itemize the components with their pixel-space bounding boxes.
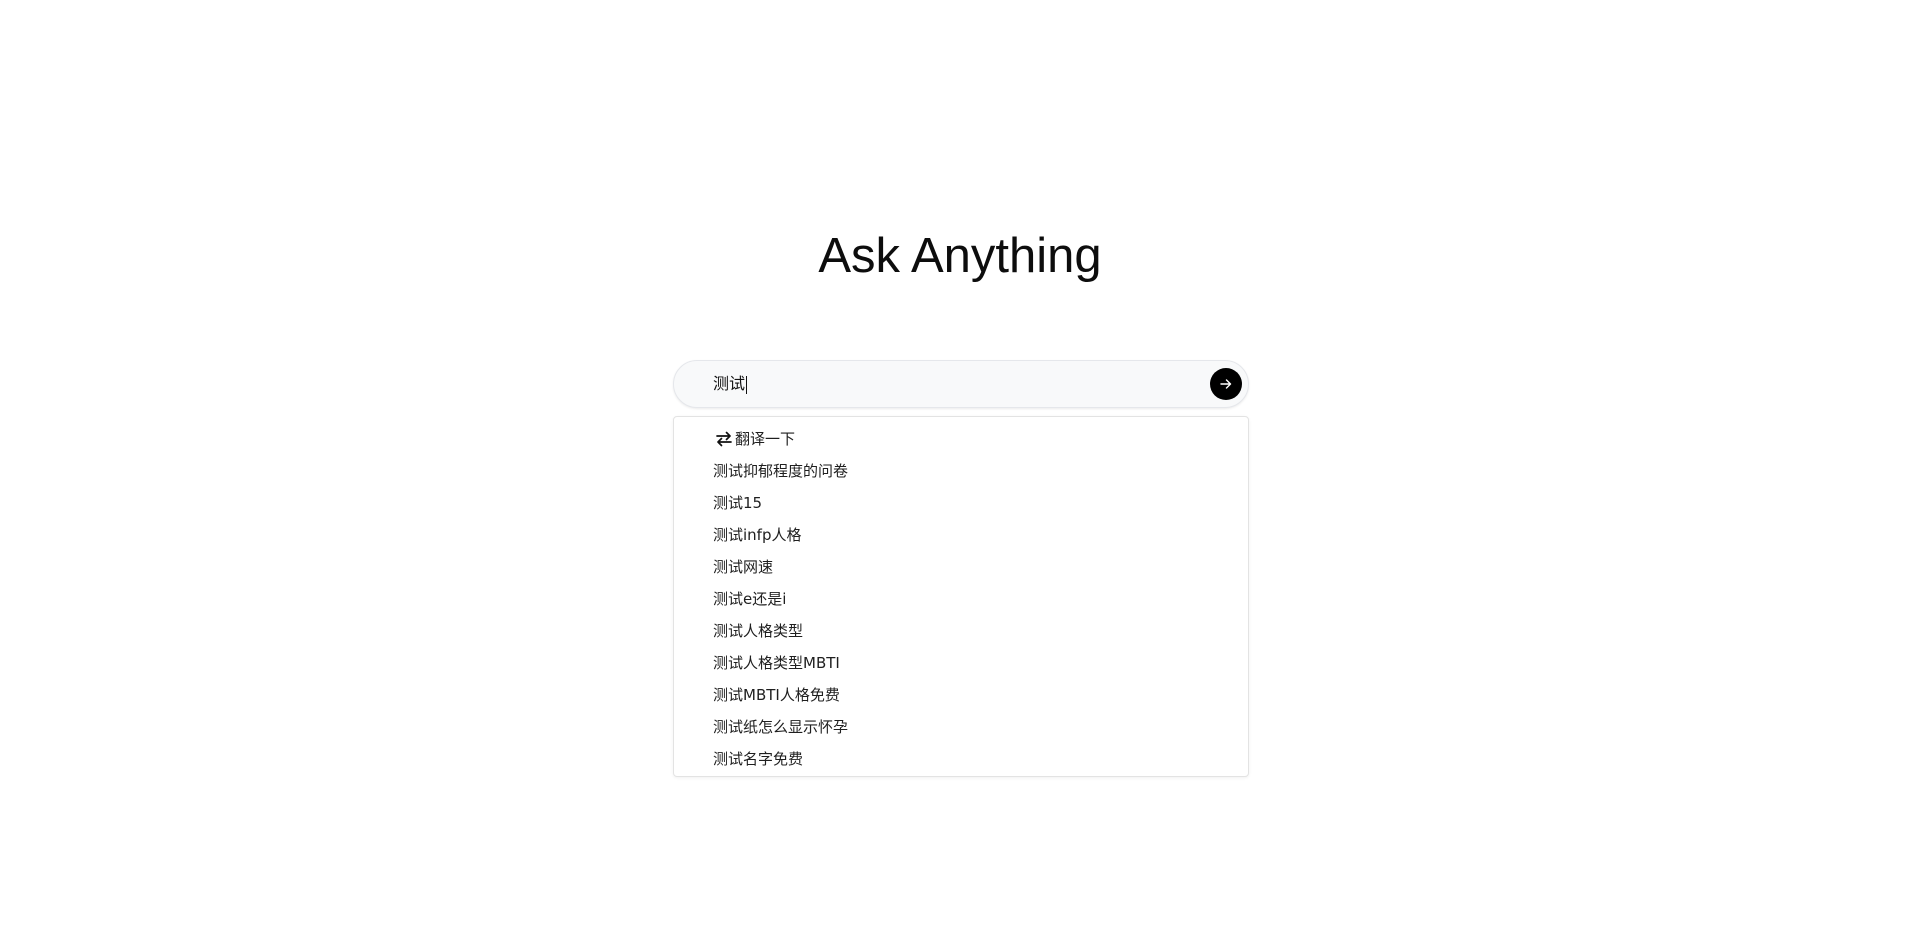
suggestion-item[interactable]: 测试纸怎么显示怀孕 [674, 711, 1248, 743]
suggestion-item[interactable]: 测试名字免费 [674, 743, 1248, 775]
suggestion-item[interactable]: 测试e还是i [674, 583, 1248, 615]
swap-arrows-icon [713, 428, 735, 450]
page-title: Ask Anything [818, 229, 1102, 283]
suggestion-translate-label: 翻译一下 [735, 430, 796, 448]
suggestion-dropdown: 翻译一下 测试抑郁程度的问卷 测试15 测试infp人格 测试网速 测试e还是i… [673, 416, 1249, 777]
suggestion-item[interactable]: 测试抑郁程度的问卷 [674, 455, 1248, 487]
suggestion-translate[interactable]: 翻译一下 [674, 423, 1248, 455]
suggestion-item[interactable]: 测试MBTI人格免费 [674, 679, 1248, 711]
arrow-right-icon [1220, 379, 1232, 389]
search-input-value: 测试 [713, 374, 746, 393]
suggestion-list: 翻译一下 测试抑郁程度的问卷 测试15 测试infp人格 测试网速 测试e还是i… [674, 423, 1248, 775]
text-caret [746, 375, 748, 394]
suggestion-item[interactable]: 测试infp人格 [674, 519, 1248, 551]
suggestion-item[interactable]: 测试人格类型MBTI [674, 647, 1248, 679]
page: Ask Anything 测试 翻译一下 测试抑郁程度的问卷 测试15 测试in… [0, 0, 1920, 945]
search-input[interactable]: 测试 [713, 361, 748, 407]
suggestion-item[interactable]: 测试网速 [674, 551, 1248, 583]
suggestion-item[interactable]: 测试15 [674, 487, 1248, 519]
submit-button[interactable] [1210, 368, 1242, 400]
suggestion-item[interactable]: 测试人格类型 [674, 615, 1248, 647]
search-box[interactable]: 测试 [673, 360, 1249, 408]
